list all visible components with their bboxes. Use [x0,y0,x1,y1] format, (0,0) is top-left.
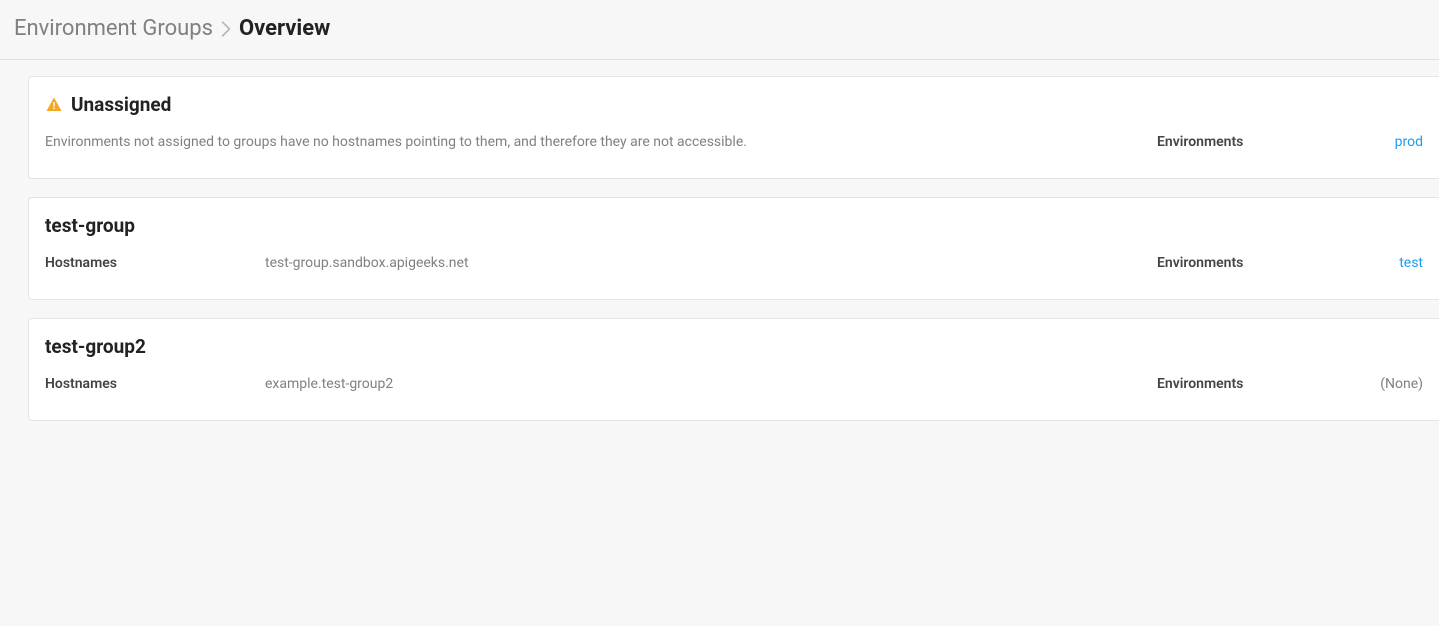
hostnames-value: example.test-group2 [265,376,1157,392]
environments-value: test [1377,255,1423,271]
card-title: test-group [45,214,135,237]
breadcrumb: Environment Groups Overview [0,0,1439,60]
card-body: Hostnames test-group.sandbox.apigeeks.ne… [45,255,1423,271]
environment-link-prod[interactable]: prod [1395,134,1423,150]
card-body: Hostnames example.test-group2 Environmen… [45,376,1423,392]
card-title: test-group2 [45,335,146,358]
hostnames-label: Hostnames [45,376,265,392]
card-header: test-group2 [45,335,1423,358]
hostnames-value: test-group.sandbox.apigeeks.net [265,255,1157,271]
card-header: Unassigned [45,93,1423,116]
card-body: Environments not assigned to groups have… [45,134,1423,150]
environments-value: (None) [1377,376,1423,392]
card-header: test-group [45,214,1423,237]
group-card: test-group Hostnames test-group.sandbox.… [28,197,1439,300]
environments-value: prod [1377,134,1423,150]
environment-link-test[interactable]: test [1399,255,1423,271]
environments-label: Environments [1157,134,1377,150]
hostnames-label: Hostnames [45,255,265,271]
unassigned-card: Unassigned Environments not assigned to … [28,76,1439,179]
warning-icon [45,96,63,114]
environments-label: Environments [1157,255,1377,271]
environments-none: (None) [1380,376,1423,392]
chevron-right-icon [221,21,231,37]
environments-label: Environments [1157,376,1377,392]
group-card: test-group2 Hostnames example.test-group… [28,318,1439,421]
unassigned-description: Environments not assigned to groups have… [45,134,1157,150]
breadcrumb-parent[interactable]: Environment Groups [14,16,213,41]
card-title: Unassigned [71,93,171,116]
page-title: Overview [239,16,330,41]
content-area: Unassigned Environments not assigned to … [0,60,1439,455]
